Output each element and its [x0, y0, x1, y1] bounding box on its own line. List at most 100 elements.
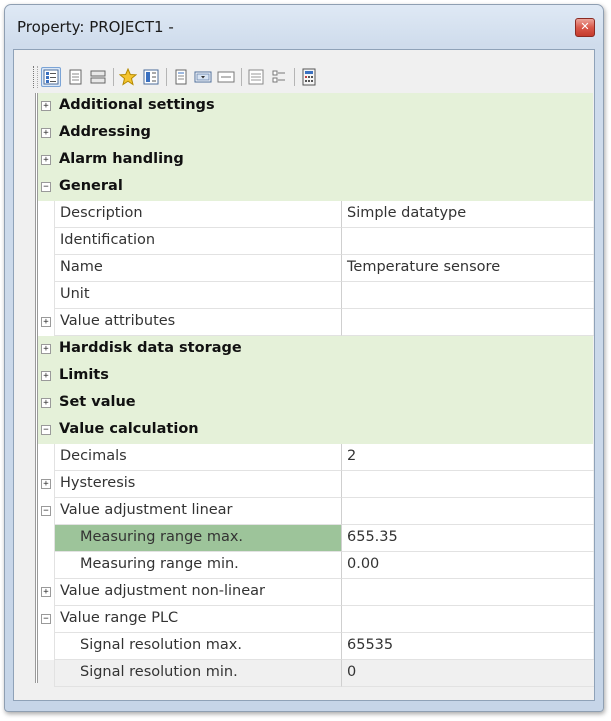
property-row[interactable]: Identification: [38, 228, 594, 255]
collapse-field-icon: [217, 71, 235, 83]
category-row[interactable]: + Harddisk data storage: [38, 336, 593, 363]
category-row[interactable]: − General: [38, 174, 593, 201]
property-grid: + Additional settings + Addressing + Alarm ha…: [35, 93, 594, 687]
expand-icon[interactable]: +: [41, 371, 51, 381]
property-name-cell[interactable]: Description: [54, 201, 341, 228]
category-label: Alarm handling: [59, 151, 184, 167]
row-gutter: −: [38, 417, 54, 444]
expand-icon[interactable]: +: [41, 479, 51, 489]
property-name-cell[interactable]: Signal resolution min.: [54, 660, 341, 687]
property-row[interactable]: Unit: [38, 282, 594, 309]
property-value-cell[interactable]: [341, 606, 594, 633]
property-row[interactable]: − Value range PLC: [38, 606, 594, 633]
property-value-cell[interactable]: [341, 309, 594, 336]
row-gutter: +: [38, 336, 54, 363]
expand-icon[interactable]: +: [41, 398, 51, 408]
category-row[interactable]: + Set value: [38, 390, 593, 417]
row-gutter: +: [38, 471, 54, 498]
property-name: Identification: [60, 232, 156, 248]
row-gutter: [38, 282, 54, 309]
property-row[interactable]: Description Simple datatype: [38, 201, 594, 228]
property-name: Signal resolution min.: [80, 664, 238, 680]
close-button[interactable]: ✕: [575, 18, 595, 37]
property-row[interactable]: Measuring range max. 655.35: [38, 525, 594, 552]
property-value: 65535: [347, 637, 394, 653]
toolbar-separator: [294, 68, 295, 86]
events-button[interactable]: [88, 67, 108, 87]
property-row[interactable]: Decimals 2: [38, 444, 594, 471]
category-label: Set value: [59, 394, 136, 410]
property-value-cell[interactable]: Simple datatype: [341, 201, 594, 228]
property-value: 0: [347, 664, 357, 680]
toolbar: [33, 62, 333, 94]
property-row[interactable]: Measuring range min. 0.00: [38, 552, 594, 579]
collapse-icon[interactable]: −: [41, 506, 51, 516]
property-name-cell[interactable]: Value attributes: [54, 309, 341, 336]
property-row[interactable]: − Value adjustment linear: [38, 498, 594, 525]
category-row[interactable]: + Addressing: [38, 120, 593, 147]
show-all-icon: [143, 69, 159, 85]
category-label: Addressing: [59, 124, 151, 140]
category-row[interactable]: + Alarm handling: [38, 147, 593, 174]
expand-icon[interactable]: +: [41, 155, 51, 165]
property-value-cell[interactable]: [341, 498, 594, 525]
favorites-star-icon: [119, 68, 137, 86]
property-value-cell[interactable]: 2: [341, 444, 594, 471]
property-row[interactable]: + Value adjustment non-linear: [38, 579, 594, 606]
expand-icon[interactable]: +: [41, 101, 51, 111]
property-row[interactable]: + Value attributes: [38, 309, 594, 336]
expand-icon[interactable]: +: [41, 587, 51, 597]
categorized-view-button[interactable]: [41, 67, 61, 87]
toolbar-grip[interactable]: [33, 66, 38, 88]
expand-field-button[interactable]: [193, 67, 213, 87]
property-value-cell[interactable]: [341, 471, 594, 498]
property-row[interactable]: Signal resolution min. 0: [38, 660, 594, 687]
property-name: Value adjustment linear: [60, 502, 233, 518]
property-value: 655.35: [347, 529, 398, 545]
collapse-icon[interactable]: −: [41, 425, 51, 435]
row-gutter: +: [38, 579, 54, 606]
property-value-cell[interactable]: 655.35: [341, 525, 594, 552]
expand-icon[interactable]: +: [41, 317, 51, 327]
expand-icon[interactable]: +: [41, 344, 51, 354]
property-name-cell[interactable]: Identification: [54, 228, 341, 255]
collapse-field-button[interactable]: [216, 67, 236, 87]
property-name-cell[interactable]: Signal resolution max.: [54, 633, 341, 660]
property-value-cell[interactable]: 0.00: [341, 552, 594, 579]
property-name-cell[interactable]: Measuring range max.: [54, 525, 341, 552]
property-name-cell[interactable]: Value adjustment non-linear: [54, 579, 341, 606]
category-row[interactable]: + Limits: [38, 363, 593, 390]
description-button[interactable]: [171, 67, 191, 87]
row-gutter: [38, 525, 54, 552]
property-name-cell[interactable]: Value adjustment linear: [54, 498, 341, 525]
collapse-all-button[interactable]: [269, 67, 289, 87]
row-gutter: +: [38, 93, 54, 120]
property-row[interactable]: Signal resolution max. 65535: [38, 633, 594, 660]
property-value-cell[interactable]: [341, 282, 594, 309]
property-name-cell[interactable]: Value range PLC: [54, 606, 341, 633]
title-bar[interactable]: Property: PROJECT1 - ✕: [5, 5, 603, 49]
favorites-button[interactable]: [118, 67, 138, 87]
property-pages-button[interactable]: [65, 67, 85, 87]
property-row[interactable]: Name Temperature sensore: [38, 255, 594, 282]
property-value-cell[interactable]: 65535: [341, 633, 594, 660]
property-value-cell[interactable]: 0: [341, 660, 594, 687]
property-name-cell[interactable]: Measuring range min.: [54, 552, 341, 579]
property-value-cell[interactable]: [341, 579, 594, 606]
property-name-cell[interactable]: Unit: [54, 282, 341, 309]
property-name-cell[interactable]: Decimals: [54, 444, 341, 471]
collapse-icon[interactable]: −: [41, 182, 51, 192]
property-value-cell[interactable]: [341, 228, 594, 255]
expand-all-button[interactable]: [246, 67, 266, 87]
category-label: Harddisk data storage: [59, 340, 242, 356]
collapse-icon[interactable]: −: [41, 614, 51, 624]
calculator-button[interactable]: [299, 67, 319, 87]
property-name-cell[interactable]: Hysteresis: [54, 471, 341, 498]
show-all-button[interactable]: [141, 67, 161, 87]
property-name-cell[interactable]: Name: [54, 255, 341, 282]
category-row[interactable]: + Additional settings: [38, 93, 593, 120]
property-value-cell[interactable]: Temperature sensore: [341, 255, 594, 282]
category-row[interactable]: − Value calculation: [38, 417, 593, 444]
property-row[interactable]: + Hysteresis: [38, 471, 594, 498]
expand-icon[interactable]: +: [41, 128, 51, 138]
